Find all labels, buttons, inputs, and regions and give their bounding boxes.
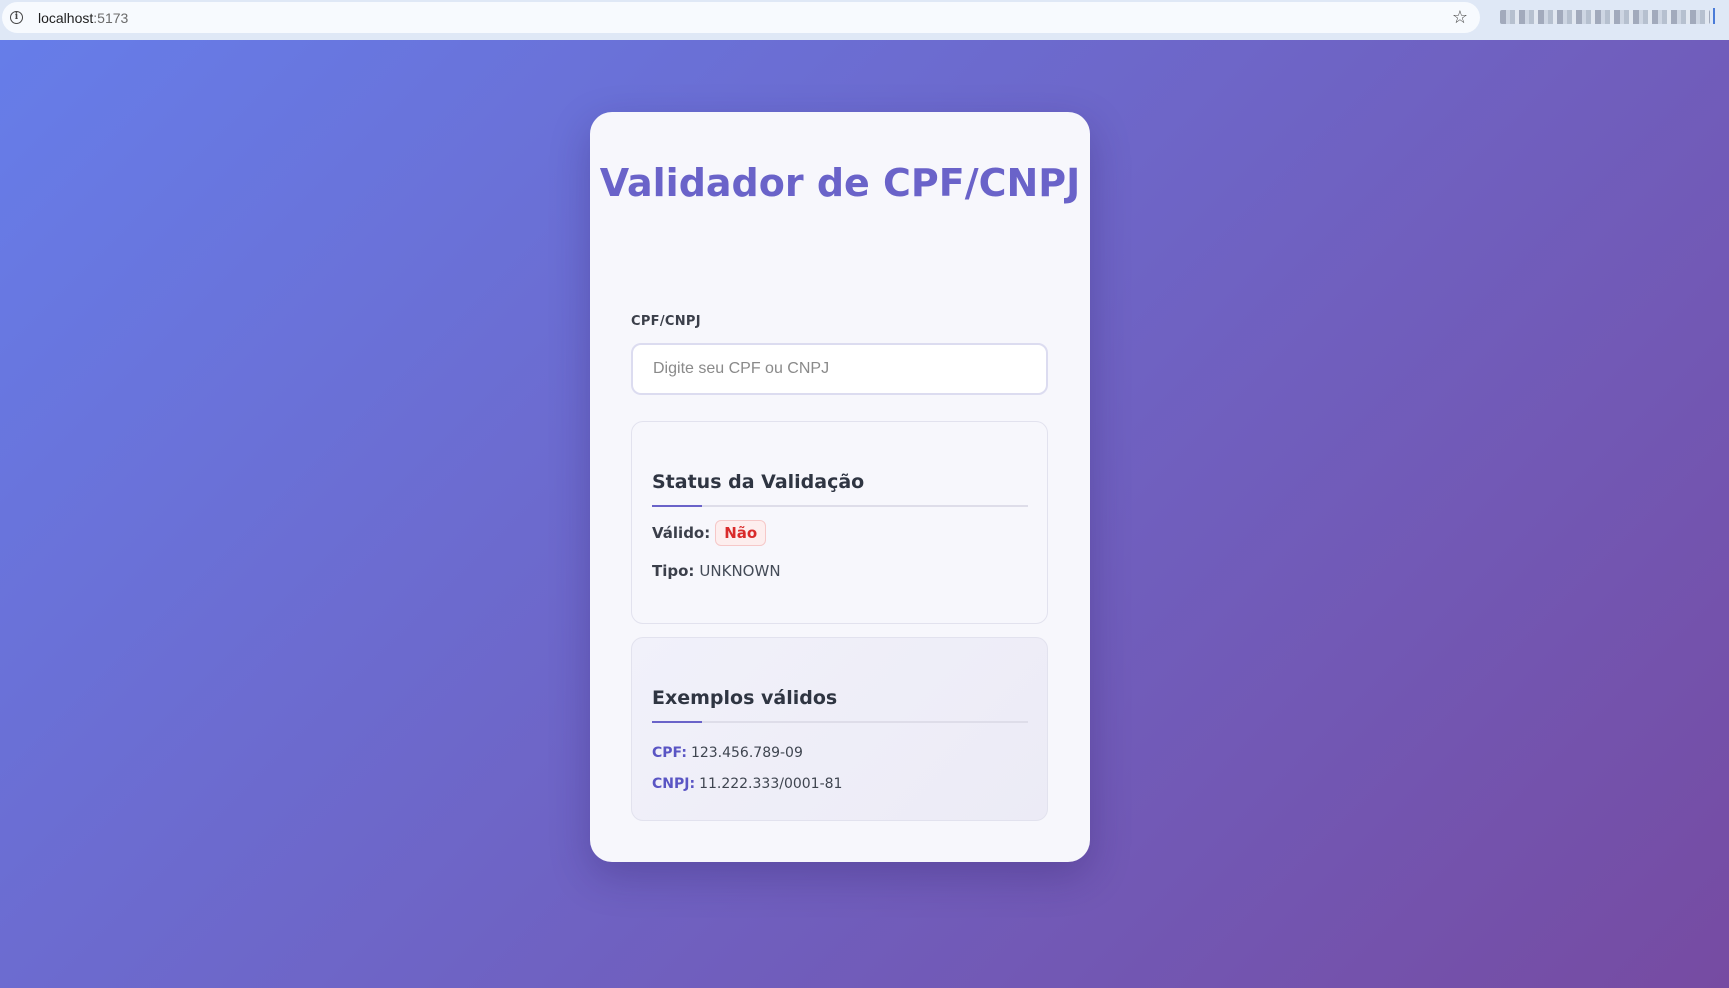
cnpj-example-row: CNPJ: 11.222.333/0001-81 [652, 776, 842, 792]
browser-toolbar: i localhost:5173 ☆ [0, 0, 1729, 40]
url-text[interactable]: localhost:5173 [38, 10, 128, 26]
url-port: :5173 [93, 10, 129, 26]
document-label: CPF/CNPJ [631, 314, 701, 329]
url-host: localhost [38, 10, 94, 26]
status-divider [652, 505, 1028, 507]
status-title: Status da Validação [652, 471, 865, 493]
examples-divider [652, 721, 1028, 723]
cpf-example-row: CPF: 123.456.789-09 [652, 745, 803, 761]
type-row: Tipo: UNKNOWN [652, 562, 781, 580]
examples-divider-accent [652, 721, 702, 723]
document-input[interactable] [631, 343, 1048, 395]
status-badge: Não [715, 520, 767, 546]
address-bar[interactable]: i localhost:5173 ☆ [2, 2, 1480, 33]
info-icon[interactable]: i [10, 11, 23, 24]
star-icon[interactable]: ☆ [1449, 7, 1471, 29]
status-divider-accent [652, 505, 702, 507]
cnpj-example-label: CNPJ: [652, 776, 696, 792]
type-label: Tipo: [652, 562, 695, 580]
type-value: UNKNOWN [699, 562, 781, 580]
validator-card: Validador de CPF/CNPJ CPF/CNPJ Status da… [590, 112, 1090, 862]
validation-status-panel: Status da Validação Válido: Não Tipo: UN… [631, 421, 1048, 624]
cpf-example-label: CPF: [652, 745, 687, 761]
cpf-example-value: 123.456.789-09 [690, 745, 803, 761]
cnpj-example-value: 11.222.333/0001-81 [699, 776, 843, 792]
valid-row: Válido: Não [652, 520, 767, 546]
valid-examples-panel: Exemplos válidos CPF: 123.456.789-09 CNP… [631, 637, 1048, 821]
profile-area-blurred [1500, 10, 1710, 24]
toolbar-edge [1713, 8, 1715, 24]
page-title: Validador de CPF/CNPJ [599, 161, 1081, 205]
valid-label: Válido: [652, 524, 711, 542]
examples-title: Exemplos válidos [652, 687, 838, 709]
